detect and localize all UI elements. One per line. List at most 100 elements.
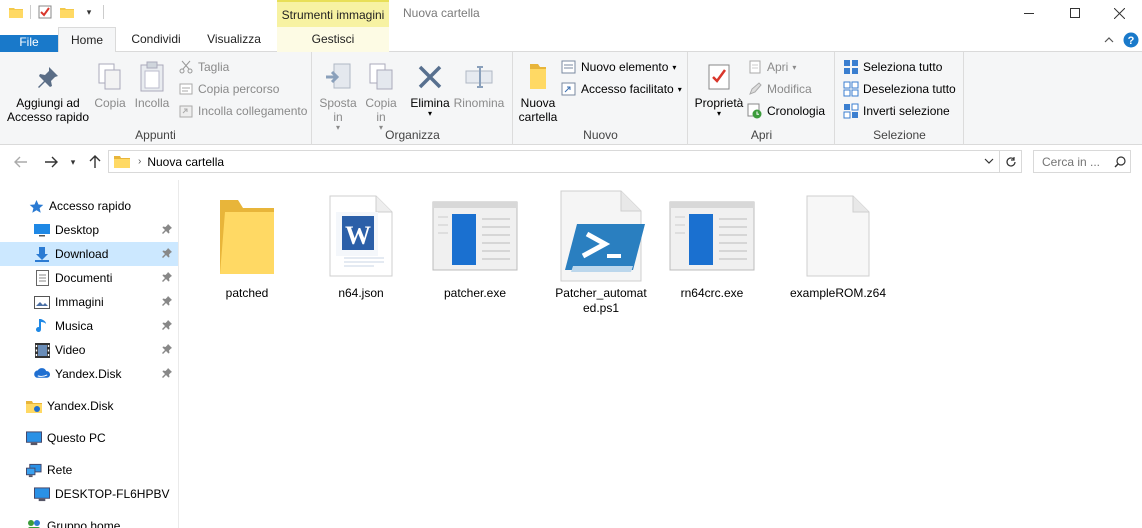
paste-shortcut-icon <box>178 103 194 119</box>
word-document-icon: W <box>306 188 416 284</box>
music-icon <box>34 318 50 334</box>
properties-check-icon[interactable] <box>37 4 53 20</box>
tab-manage[interactable]: Gestisci <box>277 27 389 52</box>
collapse-ribbon-icon[interactable] <box>1100 31 1118 49</box>
invert-selection-icon <box>843 103 859 119</box>
move-to-button[interactable]: Sposta in ▾ <box>315 58 361 132</box>
file-name: exampleROM.z64 <box>789 286 887 300</box>
paste-shortcut-button[interactable]: Incolla collegamento <box>178 101 307 121</box>
rename-button[interactable]: Rinomina <box>453 58 505 110</box>
new-folder-icon[interactable] <box>59 4 75 20</box>
breadcrumb-current[interactable]: Nuova cartella <box>147 155 224 169</box>
file-item[interactable]: exampleROM.z64 <box>783 188 893 301</box>
maximize-button[interactable] <box>1052 0 1098 26</box>
paste-icon <box>131 58 173 96</box>
nav-item-video[interactable]: Video <box>0 338 178 362</box>
history-clock-icon <box>747 103 763 119</box>
nav-item-label: Video <box>55 343 86 357</box>
tab-view[interactable]: Visualizza <box>196 27 272 52</box>
tab-share[interactable]: Condividi <box>118 27 194 52</box>
easy-access-button[interactable]: Accesso facilitato ▾ <box>561 79 682 99</box>
close-icon <box>1113 7 1125 19</box>
refresh-button[interactable] <box>1000 150 1022 173</box>
help-icon[interactable]: ? <box>1122 31 1140 49</box>
nav-item-desktop[interactable]: Desktop <box>0 218 178 242</box>
new-item-button[interactable]: Nuovo elemento ▾ <box>561 57 676 77</box>
navigation-pane: Accesso rapido Desktop Download Document… <box>0 180 179 528</box>
pin-label: Aggiungi ad Accesso rapido <box>6 96 90 124</box>
breadcrumb-chevron-icon[interactable]: › <box>138 156 141 167</box>
copy-path-label: Copia percorso <box>198 82 280 96</box>
new-folder-button[interactable]: Nuova cartella <box>516 58 560 124</box>
svg-text:W: W <box>345 221 371 250</box>
up-arrow-icon[interactable] <box>86 153 104 171</box>
folder-icon[interactable] <box>8 4 24 20</box>
select-all-button[interactable]: Seleziona tutto <box>843 57 942 77</box>
file-item[interactable]: rn64crc.exe <box>657 188 767 301</box>
file-item[interactable]: W n64.json <box>306 188 416 301</box>
copy-to-button[interactable]: Copia in ▾ <box>360 58 402 132</box>
title-bar: ▾ Strumenti immagini Nuova cartella <box>0 0 1142 29</box>
nav-this-pc-label: Questo PC <box>47 431 106 445</box>
nav-network-desktop-label: DESKTOP-FL6HPBV <box>55 487 170 501</box>
copy-button[interactable]: Copia <box>90 58 130 110</box>
nav-network-desktop[interactable]: DESKTOP-FL6HPBV <box>0 482 178 506</box>
group-clipboard: Aggiungi ad Accesso rapido Copia Incolla… <box>0 52 312 145</box>
customize-toolbar-dropdown-icon[interactable]: ▾ <box>81 4 97 20</box>
invert-selection-button[interactable]: Inverti selezione <box>843 101 950 121</box>
yandex-disk-folder-icon <box>26 398 42 414</box>
group-new: Nuova cartella Nuovo elemento ▾ Accesso … <box>514 52 688 145</box>
refresh-icon <box>1005 156 1016 167</box>
easy-access-icon <box>561 81 577 97</box>
file-item[interactable]: patched <box>192 188 302 301</box>
ribbon-tabs: File Home Condividi Visualizza Gestisci … <box>0 27 1142 60</box>
address-dropdown-icon[interactable] <box>984 156 994 167</box>
properties-button[interactable]: Proprietà ▾ <box>691 58 747 118</box>
nav-quick-access[interactable]: Accesso rapido <box>0 194 178 218</box>
paste-button[interactable]: Incolla <box>131 58 173 110</box>
context-tab-header: Strumenti immagini <box>277 0 389 29</box>
nav-item-label: Yandex.Disk <box>55 367 122 381</box>
search-box[interactable] <box>1033 150 1131 173</box>
nav-item-pictures[interactable]: Immagini <box>0 290 178 314</box>
delete-button[interactable]: Elimina ▾ <box>407 58 453 118</box>
nav-item-label: Documenti <box>55 271 113 285</box>
ribbon: Aggiungi ad Accesso rapido Copia Incolla… <box>0 52 1142 145</box>
cut-button[interactable]: Taglia <box>178 57 229 77</box>
file-item[interactable]: patcher.exe <box>420 188 530 301</box>
edit-button[interactable]: Modifica <box>747 79 812 99</box>
nav-item-documents[interactable]: Documenti <box>0 266 178 290</box>
computer-icon <box>26 430 42 446</box>
group-open: Proprietà ▾ Apri ▾ Modifica Cronologia A… <box>689 52 835 145</box>
select-none-button[interactable]: Deseleziona tutto <box>843 79 956 99</box>
nav-yandex-disk-label: Yandex.Disk <box>47 399 114 413</box>
nav-item-music[interactable]: Musica <box>0 314 178 338</box>
pin-icon <box>160 270 174 284</box>
open-button[interactable]: Apri ▾ <box>747 57 796 77</box>
maximize-icon <box>1070 8 1080 18</box>
forward-arrow-icon[interactable] <box>42 153 60 171</box>
file-item[interactable]: Patcher_automated.ps1 <box>546 188 656 316</box>
nav-item-yandex-disk-pinned[interactable]: Yandex.Disk <box>0 362 178 386</box>
history-button[interactable]: Cronologia <box>747 101 825 121</box>
nav-network[interactable]: Rete <box>0 458 178 482</box>
folder-icon <box>192 188 302 284</box>
copy-to-label: Copia in <box>365 96 397 124</box>
copy-path-button[interactable]: Copia percorso <box>178 79 279 99</box>
nav-item-download[interactable]: Download <box>0 242 178 266</box>
file-explorer-window: ▾ Strumenti immagini Nuova cartella File… <box>0 0 1142 528</box>
video-icon <box>34 342 50 358</box>
search-input[interactable] <box>1042 154 1114 169</box>
nav-this-pc[interactable]: Questo PC <box>0 426 178 450</box>
close-button[interactable] <box>1096 0 1142 26</box>
address-bar[interactable]: › Nuova cartella <box>108 150 1000 173</box>
recent-locations-dropdown-icon[interactable]: ▾ <box>64 153 82 171</box>
nav-homegroup[interactable]: Gruppo home <box>0 514 178 528</box>
back-arrow-icon[interactable] <box>12 153 30 171</box>
file-name: patched <box>225 286 269 300</box>
minimize-button[interactable] <box>1006 0 1052 26</box>
tab-home[interactable]: Home <box>58 27 116 53</box>
select-all-icon <box>843 59 859 75</box>
nav-yandex-disk[interactable]: Yandex.Disk <box>0 394 178 418</box>
pin-quick-access-button[interactable]: Aggiungi ad Accesso rapido <box>4 58 92 124</box>
